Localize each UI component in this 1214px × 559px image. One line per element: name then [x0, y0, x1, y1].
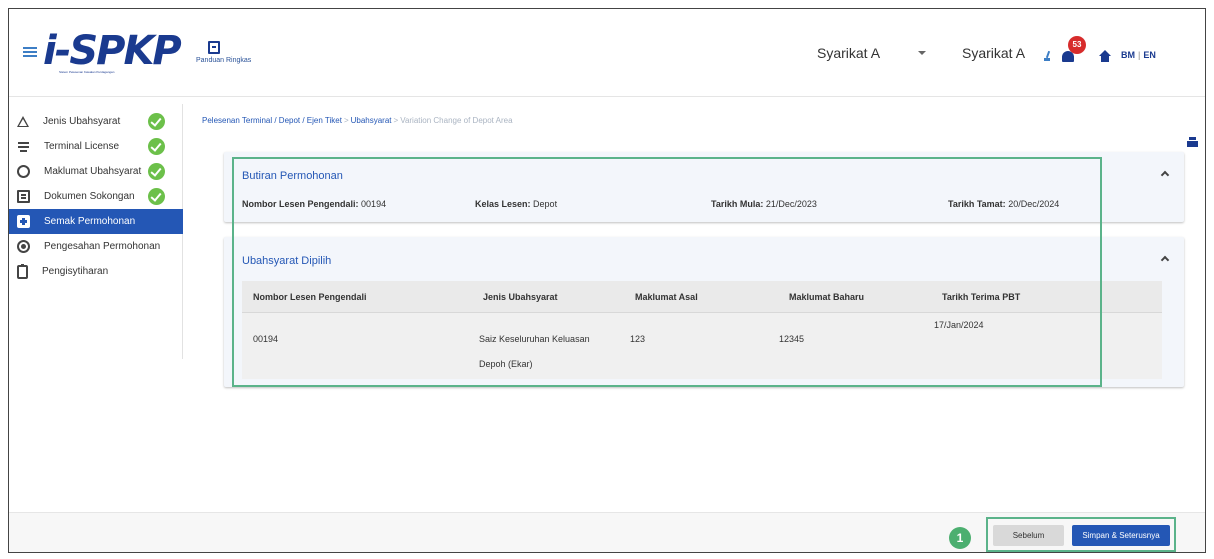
- table-row: 00194 Saiz Keseluruhan Keluasan Depoh (E…: [242, 313, 1162, 379]
- app-logo[interactable]: i-SPKP Sistem Pelesenan Kawalan Perdagan…: [43, 28, 193, 75]
- sidebar: Jenis Ubahsyarat Terminal License Maklum…: [9, 109, 183, 284]
- guide-book-icon: [208, 41, 220, 54]
- lang-separator: |: [1138, 50, 1141, 60]
- column-header: Jenis Ubahsyarat: [483, 292, 558, 302]
- check-circle-icon: [148, 138, 165, 155]
- field-value: Depot: [533, 199, 558, 209]
- company-name: Syarikat A: [962, 45, 1026, 61]
- breadcrumb-link[interactable]: Pelesenan Terminal / Depot / Ejen Tiket: [202, 116, 342, 125]
- column-header: Maklumat Asal: [635, 292, 698, 302]
- previous-button[interactable]: Sebelum: [993, 525, 1064, 546]
- sidebar-item-label: Pengisytiharan: [42, 266, 109, 277]
- language-switch: BM | EN: [1121, 50, 1156, 60]
- sidebar-item-terminal-license[interactable]: Terminal License: [9, 134, 183, 159]
- chat-plus-icon: [17, 215, 30, 228]
- cell-type-line1: Saiz Keseluruhan Keluasan: [479, 334, 590, 344]
- cell-original: 123: [630, 334, 646, 344]
- column-header: Tarikh Terima PBT: [942, 292, 1021, 302]
- field-label: Tarikh Mula:: [711, 199, 764, 209]
- logo-subtitle: Sistem Pelesenan Kawalan Perdagangan: [59, 70, 115, 74]
- cell-license: 00194: [253, 334, 279, 344]
- sidebar-item-label: Jenis Ubahsyarat: [43, 116, 121, 127]
- breadcrumb-current: Variation Change of Depot Area: [400, 116, 513, 125]
- chevron-down-icon[interactable]: [918, 51, 926, 55]
- field-label: Tarikh Tamat:: [948, 199, 1006, 209]
- quick-guide-link[interactable]: Panduan Ringkas: [196, 41, 266, 64]
- lang-en-link[interactable]: EN: [1143, 50, 1156, 60]
- circle-check-icon: [17, 165, 30, 178]
- column-header: Nombor Lesen Pengendali: [253, 292, 367, 302]
- check-circle-icon: [148, 188, 165, 205]
- filter-lines-icon: [17, 140, 30, 153]
- breadcrumb-separator: >: [343, 116, 349, 125]
- table-header: Nombor Lesen Pengendali Jenis Ubahsyarat…: [242, 281, 1162, 313]
- cell-new: 12345: [779, 334, 805, 344]
- home-icon[interactable]: [1099, 50, 1111, 62]
- breadcrumb-link[interactable]: Ubahsyarat: [351, 116, 392, 125]
- top-header: i-SPKP Sistem Pelesenan Kawalan Perdagan…: [9, 9, 1205, 97]
- hamburger-menu-icon[interactable]: [23, 47, 37, 57]
- sidebar-item-label: Maklumat Ubahsyarat: [44, 166, 142, 177]
- license-number-field: Nombor Lesen Pengendali: 00194: [242, 199, 386, 209]
- field-value: 21/Dec/2023: [765, 199, 817, 209]
- check-circle-icon: [148, 163, 165, 180]
- sidebar-item-dokumen-sokongan[interactable]: Dokumen Sokongan: [9, 184, 183, 209]
- sidebar-item-jenis-ubahsyarat[interactable]: Jenis Ubahsyarat: [9, 109, 183, 134]
- lang-bm-link[interactable]: BM: [1121, 50, 1135, 60]
- chevron-up-icon[interactable]: [1160, 255, 1170, 265]
- check-circle-icon: [148, 113, 165, 130]
- guide-label: Panduan Ringkas: [196, 57, 252, 64]
- clipboard-icon: [17, 263, 28, 279]
- document-icon: [17, 190, 30, 203]
- application-details-panel: Butiran Permohonan Nombor Lesen Pengenda…: [224, 152, 1184, 222]
- variation-table: Nombor Lesen Pengendali Jenis Ubahsyarat…: [242, 281, 1162, 379]
- field-label: Nombor Lesen Pengendali:: [242, 199, 359, 209]
- notification-badge[interactable]: 53: [1068, 36, 1086, 54]
- column-header: Maklumat Baharu: [789, 292, 865, 302]
- brush-icon[interactable]: [1044, 51, 1052, 61]
- sidebar-item-pengisytiharan[interactable]: Pengisytiharan: [9, 259, 183, 284]
- sidebar-item-maklumat-ubahsyarat[interactable]: Maklumat Ubahsyarat: [9, 159, 183, 184]
- disc-icon: [17, 240, 30, 253]
- sidebar-item-semak-permohonan[interactable]: Semak Permohonan: [9, 209, 183, 234]
- license-class-field: Kelas Lesen: Depot: [475, 199, 557, 209]
- start-date-field: Tarikh Mula: 21/Dec/2023: [711, 199, 817, 209]
- sidebar-item-label: Terminal License: [44, 141, 120, 152]
- breadcrumb-separator: >: [393, 116, 399, 125]
- selected-variation-panel: Ubahsyarat Dipilih Nombor Lesen Pengenda…: [224, 237, 1184, 387]
- panel-title: Ubahsyarat Dipilih: [242, 255, 332, 267]
- cell-type-line2: Depoh (Ekar): [479, 359, 533, 369]
- save-and-next-button[interactable]: Simpan & Seterusnya: [1072, 525, 1170, 546]
- chevron-up-icon[interactable]: [1160, 170, 1170, 180]
- logo-text: i-SPKP: [43, 28, 182, 74]
- company-select[interactable]: Syarikat A: [817, 45, 880, 61]
- end-date-field: Tarikh Tamat: 20/Dec/2024: [948, 199, 1059, 209]
- cell-received-date: 17/Jan/2024: [934, 320, 984, 330]
- step-number-badge: 1: [949, 527, 971, 549]
- sidebar-item-pengesahan-permohonan[interactable]: Pengesahan Permohonan: [9, 234, 183, 259]
- sidebar-item-label: Pengesahan Permohonan: [44, 241, 161, 252]
- field-value: 20/Dec/2024: [1008, 199, 1060, 209]
- field-label: Kelas Lesen:: [475, 199, 531, 209]
- triangle-icon: [17, 116, 29, 127]
- breadcrumb: Pelesenan Terminal / Depot / Ejen Tiket >…: [202, 116, 513, 125]
- print-icon[interactable]: [1187, 137, 1198, 147]
- panel-title: Butiran Permohonan: [242, 170, 343, 182]
- sidebar-item-label: Semak Permohonan: [44, 216, 136, 227]
- app-window: i-SPKP Sistem Pelesenan Kawalan Perdagan…: [8, 8, 1206, 553]
- sidebar-item-label: Dokumen Sokongan: [44, 191, 135, 202]
- field-value: 00194: [361, 199, 387, 209]
